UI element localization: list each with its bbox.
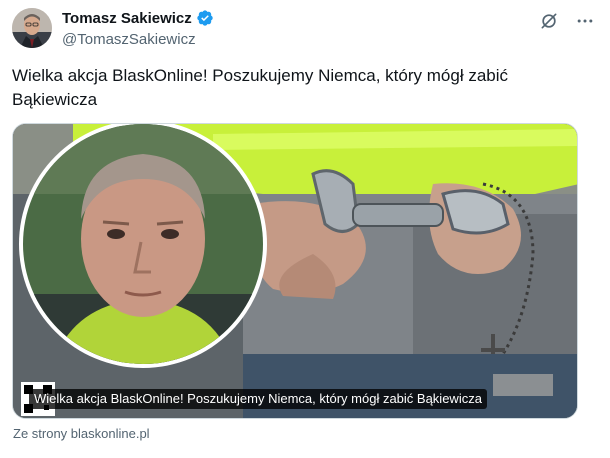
- card-image: [13, 124, 577, 418]
- avatar-image: [12, 8, 52, 48]
- link-card[interactable]: Wielka akcja BlaskOnline! Poszukujemy Ni…: [12, 123, 578, 419]
- author-handle[interactable]: @TomaszSakiewicz: [62, 31, 196, 48]
- author-name-row: Tomasz Sakiewicz: [62, 9, 214, 27]
- tweet-text: Wielka akcja BlaskOnline! Poszukujemy Ni…: [12, 66, 509, 109]
- more-icon[interactable]: [574, 10, 596, 32]
- card-source-link[interactable]: Ze strony blaskonline.pl: [13, 426, 150, 441]
- verified-badge-icon: [196, 9, 214, 27]
- card-caption: Wielka akcja BlaskOnline! Poszukujemy Ni…: [29, 389, 487, 409]
- tweet-actions-top: [538, 10, 596, 32]
- author-display-name[interactable]: Tomasz Sakiewicz: [62, 10, 192, 27]
- tweet: Tomasz Sakiewicz @TomaszSakiewicz Wielka…: [0, 0, 610, 458]
- grok-icon[interactable]: [538, 10, 560, 32]
- avatar[interactable]: [12, 8, 52, 48]
